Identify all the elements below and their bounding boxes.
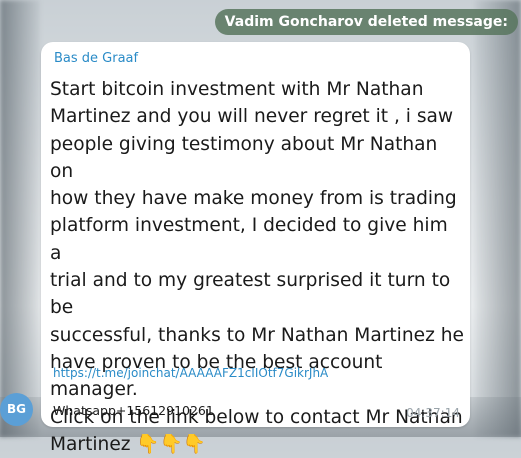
message-timestamp: 04:37:14 [406, 406, 460, 420]
background-tree-left [0, 0, 40, 437]
avatar[interactable]: BG [0, 393, 33, 426]
background-tree-right [475, 0, 521, 437]
invite-link[interactable]: https://t.me/joinchat/AAAAAFZ1cIIOtf7Gik… [53, 366, 328, 380]
service-message-deleted: Vadim Goncharov deleted message: [214, 9, 518, 35]
whatsapp-contact-text: Whatsapp+15612910261 [53, 403, 214, 418]
message-text: Start bitcoin investment with Mr Nathan … [50, 79, 464, 455]
message-bubble[interactable]: Bas de Graaf Start bitcoin investment wi… [41, 42, 470, 455]
sender-name[interactable]: Bas de Graaf [54, 51, 138, 66]
